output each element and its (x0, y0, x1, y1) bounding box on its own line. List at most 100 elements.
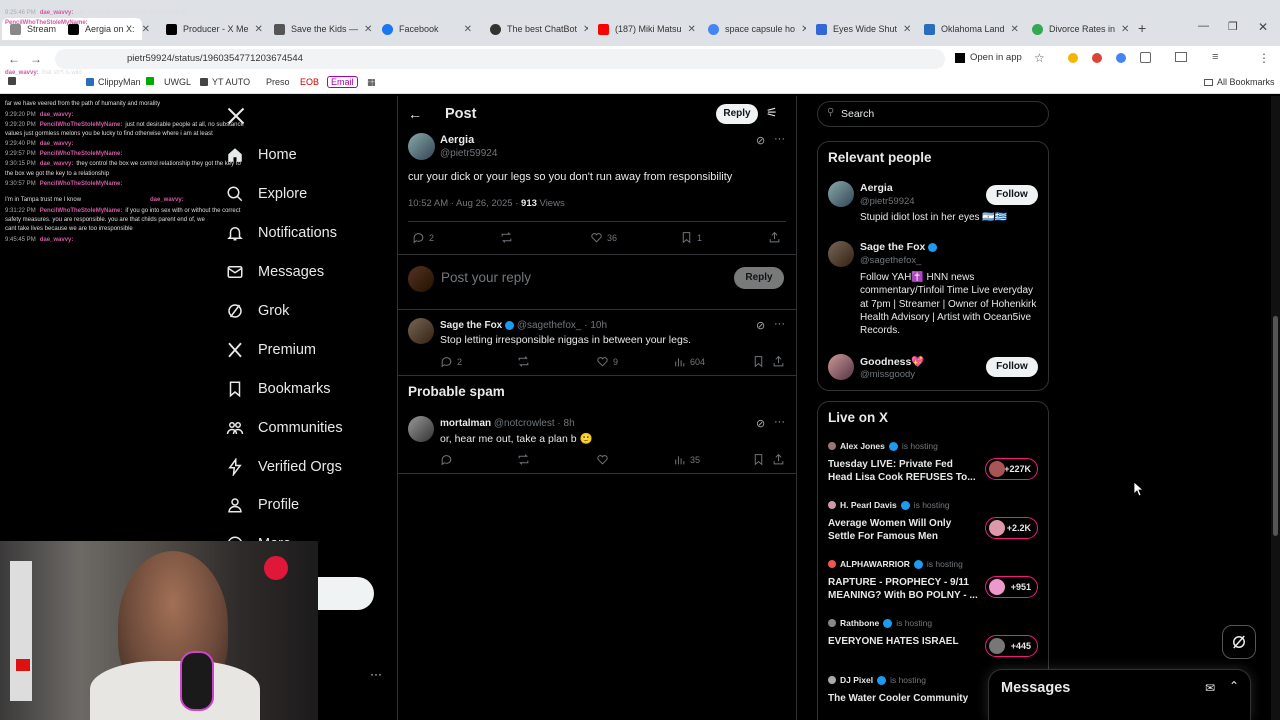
more-icon[interactable]: ··· (774, 133, 785, 145)
share-action[interactable] (772, 453, 785, 466)
like-action[interactable]: 9 (596, 355, 618, 368)
close-icon[interactable]: ✕ (903, 24, 911, 35)
messages-drawer[interactable]: Messages ✉ ⌃ (988, 669, 1251, 720)
share-action[interactable] (772, 355, 785, 368)
repost-action[interactable] (500, 231, 513, 244)
like-action[interactable]: 36 (590, 231, 617, 244)
chevron-up-icon[interactable]: ⌃ (1229, 679, 1239, 693)
live-title[interactable]: The Water Cooler Community (828, 692, 978, 705)
reply-action[interactable]: 2 (412, 231, 434, 244)
bookmark-action[interactable] (752, 453, 765, 466)
new-tab-icon[interactable]: + (1138, 20, 1146, 36)
more-icon[interactable]: ··· (774, 416, 785, 428)
bookmark-action[interactable]: 1 (680, 231, 702, 244)
follow-button[interactable]: Follow (986, 185, 1038, 205)
tab-8[interactable]: Eyes Wide Shut ✕ (808, 18, 914, 40)
search-input[interactable]: ⚲ Search (817, 101, 1049, 127)
grok-floating-button[interactable] (1222, 625, 1256, 659)
repost-action[interactable] (517, 453, 530, 466)
views-action[interactable]: 604 (673, 355, 705, 368)
person-name[interactable]: Aergia (860, 182, 893, 194)
listener-badge[interactable]: +2.2K (985, 517, 1038, 539)
close-icon[interactable]: ✕ (364, 24, 372, 35)
nav-verified-orgs[interactable]: Verified Orgs (226, 458, 342, 476)
tab-6[interactable]: (187) Miki Matsu ✕ (590, 18, 696, 40)
live-title[interactable]: RAPTURE - PROPHECY - 9/11 MEANING? With … (828, 576, 978, 602)
person-name[interactable]: Goodness💖 (860, 355, 924, 368)
close-icon[interactable]: ✕ (801, 24, 806, 35)
share-action[interactable] (768, 231, 781, 244)
grok-icon[interactable]: ⊘ (756, 417, 765, 430)
extension-icon[interactable] (1068, 53, 1078, 63)
bookmark-item[interactable]: Email (327, 76, 358, 88)
close-icon[interactable]: ✕ (688, 24, 696, 35)
listener-badge[interactable]: +951 (985, 576, 1038, 598)
avatar[interactable] (408, 318, 434, 344)
live-host-row[interactable]: Rathbone is hosting (828, 618, 932, 628)
reply-header-button[interactable]: Reply (716, 104, 758, 124)
bookmark-action[interactable] (752, 355, 765, 368)
nav-communities[interactable]: Communities (226, 419, 343, 437)
close-icon[interactable]: ✕ (255, 24, 263, 35)
author-handle[interactable]: @pietr59924 (440, 148, 497, 159)
open-in-app-button[interactable]: Open in app (955, 52, 1022, 63)
live-title[interactable]: Average Women Will Only Settle For Famou… (828, 517, 978, 543)
avatar[interactable] (408, 416, 434, 442)
person-name[interactable]: Sage the Fox (860, 241, 925, 253)
menu-lines-icon[interactable]: ≡ (1212, 51, 1218, 63)
grok-icon[interactable]: ⊘ (756, 319, 765, 332)
bookmark-item[interactable]: EOB (300, 77, 319, 87)
tab-9[interactable]: Oklahoma Land ✕ (916, 18, 1022, 40)
author-name[interactable]: mortalman (440, 418, 491, 429)
listener-badge[interactable]: +445 (985, 635, 1038, 657)
tab-10[interactable]: Divorce Rates in ✕ (1024, 18, 1130, 40)
reply-action[interactable] (440, 453, 453, 466)
like-action[interactable] (596, 453, 609, 466)
account-menu-icon[interactable]: ··· (370, 667, 382, 681)
live-title[interactable]: Tuesday LIVE: Private Fed Head Lisa Cook… (828, 458, 978, 484)
live-host-row[interactable]: DJ Pixel is hosting (828, 675, 926, 685)
all-bookmarks-button[interactable]: All Bookmarks (1204, 77, 1275, 87)
avatar[interactable] (828, 354, 854, 380)
puzzle-icon[interactable] (1140, 52, 1151, 63)
live-host-row[interactable]: Alex Jones is hosting (828, 441, 938, 451)
star-icon[interactable]: ☆ (1034, 51, 1045, 65)
tab-7[interactable]: space capsule ho ✕ (700, 18, 806, 40)
new-message-icon[interactable]: ✉ (1205, 681, 1215, 695)
close-icon[interactable]: ✕ (1011, 24, 1019, 35)
sidepanel-icon[interactable] (1175, 52, 1187, 62)
reply-action[interactable]: 2 (440, 355, 462, 368)
person-handle[interactable]: @pietr59924 (860, 196, 915, 207)
nav-premium[interactable]: Premium (226, 341, 316, 359)
listener-badge[interactable]: +227K (985, 458, 1038, 480)
person-handle[interactable]: @sagethefox_ (860, 255, 921, 266)
views-action[interactable]: 35 (673, 453, 700, 466)
avatar[interactable] (828, 181, 854, 207)
author-name[interactable]: Sage the Fox (440, 320, 502, 331)
close-icon[interactable]: ✕ (464, 24, 472, 35)
restore-icon[interactable]: ❐ (1228, 20, 1238, 33)
grok-icon[interactable]: ⊘ (756, 134, 765, 147)
close-window-icon[interactable]: ✕ (1258, 20, 1268, 34)
kebab-menu-icon[interactable]: ⋮ (1258, 51, 1270, 65)
bookmark-item[interactable]: Preso (266, 77, 290, 87)
live-host-row[interactable]: H. Pearl Davis is hosting (828, 500, 950, 510)
extension-icon[interactable] (1092, 53, 1102, 63)
author-handle[interactable]: @sagethefox_ · 10h (517, 320, 607, 331)
live-title[interactable]: EVERYONE HATES ISRAEL (828, 635, 978, 648)
author-name[interactable]: Aergia (440, 134, 474, 146)
close-icon[interactable]: ✕ (1121, 24, 1129, 35)
nav-grok[interactable]: Grok (226, 302, 289, 320)
avatar[interactable] (828, 241, 854, 267)
close-icon[interactable]: ✕ (583, 24, 588, 35)
live-host-row[interactable]: ALPHAWARRIOR is hosting (828, 559, 963, 569)
author-handle[interactable]: @notcrowlest · 8h (494, 418, 575, 429)
tab-5[interactable]: The best ChatBot ✕ (482, 18, 588, 40)
scrollbar[interactable] (1271, 96, 1280, 720)
follow-button[interactable]: Follow (986, 357, 1038, 377)
extension-icon[interactable] (1116, 53, 1126, 63)
repost-action[interactable] (517, 355, 530, 368)
reply-submit-button[interactable]: Reply (734, 267, 784, 289)
back-arrow-icon[interactable]: ← (408, 106, 422, 122)
tab-3[interactable]: Save the Kids — ✕ (266, 18, 372, 40)
